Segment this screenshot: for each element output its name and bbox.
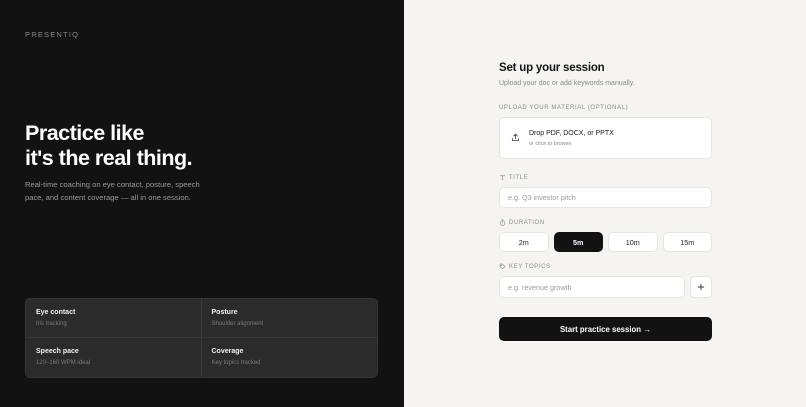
duration-option-2m[interactable]: 2m — [499, 232, 549, 252]
title-input[interactable] — [499, 187, 712, 208]
feature-desc: Shoulder alignment — [211, 321, 264, 327]
hero-title-line2: it's the real thing. — [25, 146, 193, 170]
feature-speech-pace: Speech pace 120–160 WPM ideal — [26, 338, 202, 377]
hero-subtitle: Real-time coaching on eye contact, postu… — [25, 180, 200, 202]
duration-option-5m[interactable]: 5m — [553, 232, 603, 252]
upload-label: UPLOAD YOUR MATERIAL (OPTIONAL) — [499, 105, 629, 111]
feature-desc: Key topics tracked — [211, 360, 261, 366]
feature-title: Coverage — [211, 348, 244, 355]
start-session-button[interactable]: Start practice session → — [499, 317, 712, 341]
upload-icon — [511, 129, 520, 147]
title-label: TITLE — [499, 174, 712, 181]
duration-option-10m[interactable]: 10m — [608, 232, 658, 252]
feature-posture: Posture Shoulder alignment — [201, 299, 377, 338]
dropzone-text: Drop PDF, DOCX, or PPTX or click to brow… — [529, 130, 614, 147]
topic-input[interactable] — [499, 276, 685, 298]
form-title: Set up your session — [499, 62, 605, 74]
hero-panel: PRESENTIQ Practice like it's the real th… — [0, 0, 404, 407]
add-topic-button[interactable] — [690, 276, 712, 298]
topics-label-text: KEY TOPICS — [509, 263, 551, 270]
topics-label: KEY TOPICS — [499, 263, 712, 270]
hero-title: Practice like it's the real thing. — [25, 121, 193, 171]
dropzone-hint: or click to browse — [529, 140, 572, 147]
feature-coverage: Coverage Key topics tracked — [202, 338, 378, 377]
feature-title: Speech pace — [36, 348, 79, 355]
feature-desc: 120–160 WPM ideal — [36, 360, 91, 366]
session-form: Set up your session Upload your doc or a… — [499, 62, 712, 341]
feature-title: Posture — [211, 309, 238, 316]
feature-grid: Eye contact Iris tracking Posture Should… — [25, 298, 378, 378]
feature-eye-contact: Eye contact Iris tracking — [26, 299, 202, 338]
topic-input-row — [499, 276, 712, 298]
feature-title: Eye contact — [36, 309, 76, 316]
setup-panel: Set up your session Upload your doc or a… — [404, 0, 806, 407]
duration-options: 2m 5m 10m 15m — [499, 232, 712, 252]
feature-desc: Iris tracking — [36, 321, 67, 327]
duration-label-text: DURATION — [509, 219, 545, 226]
duration-option-15m[interactable]: 15m — [662, 232, 712, 252]
dropzone-main-text: Drop PDF, DOCX, or PPTX — [529, 129, 614, 137]
duration-label: DURATION — [499, 219, 712, 226]
text-icon — [500, 175, 505, 181]
timer-icon — [499, 219, 506, 226]
form-subtitle: Upload your doc or add keywords manually… — [499, 80, 635, 87]
title-label-text: TITLE — [509, 174, 529, 181]
tag-icon — [499, 263, 506, 270]
file-dropzone[interactable]: Drop PDF, DOCX, or PPTX or click to brow… — [499, 117, 712, 159]
hero-title-line1: Practice like — [25, 121, 145, 145]
brand-logo: PRESENTIQ — [25, 30, 80, 39]
plus-icon — [697, 283, 705, 291]
